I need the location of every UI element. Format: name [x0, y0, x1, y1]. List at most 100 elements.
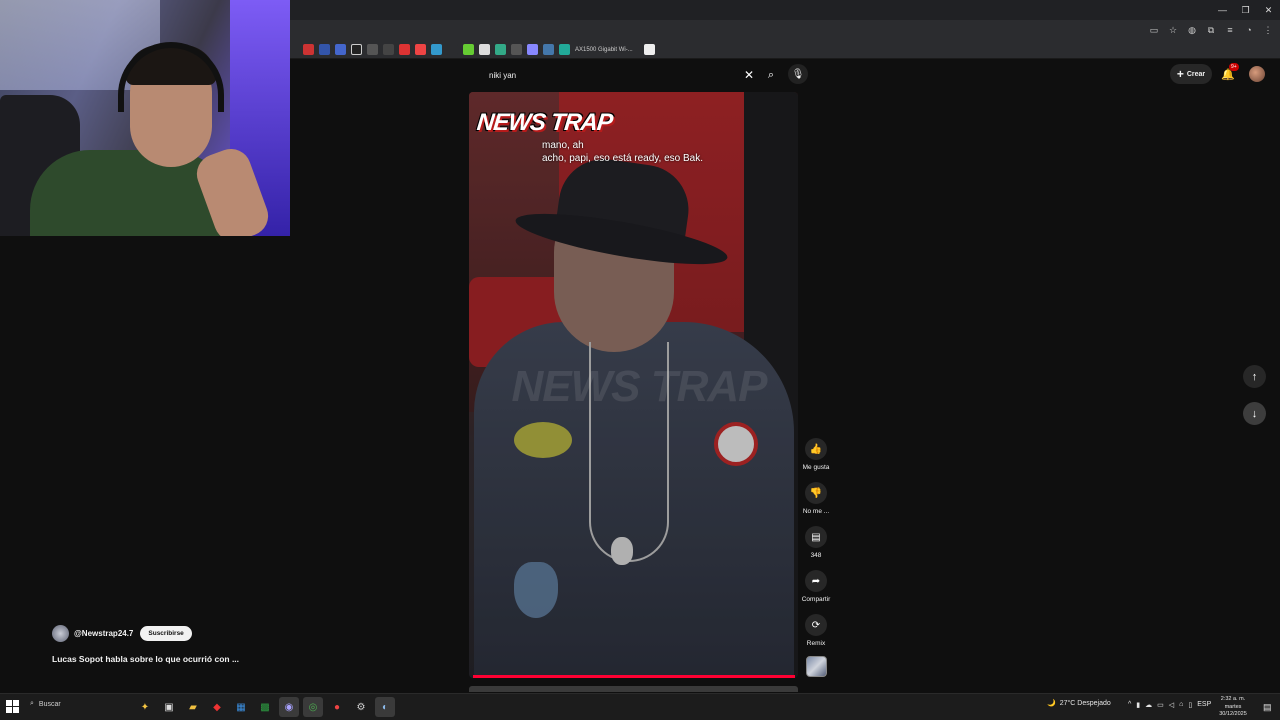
next-short-button[interactable]: ↓	[1243, 402, 1266, 425]
caption-line-2: acho, papi, eso está ready, eso Bak.	[542, 153, 704, 164]
puzzle-icon[interactable]: ⧉	[1205, 24, 1217, 36]
bookmark-icon[interactable]	[351, 44, 362, 55]
network-icon[interactable]: ⌂	[1179, 701, 1183, 709]
bookmark-icon[interactable]	[303, 44, 314, 55]
obs-icon[interactable]: ◉	[279, 697, 299, 717]
thumbs-down-icon: 👎	[805, 482, 827, 504]
close-icon[interactable]: ✕	[742, 68, 756, 82]
video-title[interactable]: Lucas Sopot habla sobre lo que ocurrió c…	[52, 654, 239, 664]
subscribe-button[interactable]: Suscribirse	[140, 626, 192, 641]
task-view-icon[interactable]: ▣	[159, 697, 179, 717]
comment-icon: ▤	[805, 526, 827, 548]
comments-button[interactable]: ▤ 348	[798, 526, 834, 559]
browser-toolbar: ▭ ☆ ◍ ⧉ ≡ ◔ ⋮	[290, 20, 1280, 41]
create-button[interactable]: + Crear	[1170, 64, 1212, 84]
taskbar-search[interactable]: ⌕ Buscar	[30, 700, 61, 708]
remix-label: Remix	[806, 640, 826, 647]
taskbar-clock[interactable]: 2:32 a. m. martes 30/12/2025	[1212, 696, 1254, 719]
video-caption: mano, ah acho, papi, eso está ready, eso…	[542, 139, 703, 165]
battery-icon[interactable]: ▯	[1188, 701, 1192, 709]
bookmark-icon[interactable]	[319, 44, 330, 55]
bookmark-icon[interactable]	[527, 44, 538, 55]
speaker-icon[interactable]: ◁	[1169, 701, 1174, 709]
minimize-button[interactable]: —	[1211, 0, 1234, 20]
share-label: Compartir	[801, 596, 831, 603]
bookmarks-bar: AX1500 Gigabit Wi-...	[290, 41, 1280, 59]
media-icon[interactable]: ≡	[1224, 24, 1236, 36]
excel-icon[interactable]: ▩	[255, 697, 275, 717]
bookmark-icon[interactable]	[543, 44, 554, 55]
bookmark-icon[interactable]	[383, 44, 394, 55]
short-video-player[interactable]: NEWS TRAP NEWS TRAP mano, ah acho, papi,…	[469, 92, 798, 678]
search-bar[interactable]: niki yan ✕ ⌕	[482, 64, 778, 86]
recorder-icon[interactable]: ●	[327, 697, 347, 717]
channel-info: @Newstrap24.7 Suscribirse	[52, 625, 192, 642]
mic-tray-icon[interactable]: ▮	[1136, 701, 1140, 709]
cloud-icon[interactable]: ☁	[1145, 701, 1152, 709]
bookmark-icon[interactable]	[511, 44, 522, 55]
thumbs-up-icon: 👍	[805, 438, 827, 460]
profile-menu-icon[interactable]: ◔	[1243, 24, 1255, 36]
copilot-icon[interactable]: ✦	[135, 697, 155, 717]
search-icon: ⌕	[30, 700, 34, 707]
bookmark-star-icon[interactable]: ☆	[1167, 24, 1179, 36]
avatar[interactable]	[1249, 66, 1265, 82]
previous-short-button[interactable]: ↑	[1243, 365, 1266, 388]
weather-text: 27°C Despejado	[1059, 699, 1111, 707]
brave-icon[interactable]: ◆	[207, 697, 227, 717]
bookmark-icon[interactable]	[643, 44, 655, 55]
bookmark-icon[interactable]	[367, 44, 378, 55]
settings-icon[interactable]: ⚙	[351, 697, 371, 717]
weather-widget[interactable]: 🌙 27°C Despejado	[1047, 699, 1111, 708]
cast-icon[interactable]: ▭	[1148, 24, 1160, 36]
clock-time: 2:32 a. m.	[1220, 696, 1246, 702]
notification-center-icon[interactable]: ▤	[1263, 702, 1272, 713]
bookmark-icon[interactable]	[415, 44, 426, 55]
chrome-icon[interactable]: ◎	[303, 697, 323, 717]
system-tray: ^ ▮ ☁ ▭ ◁ ⌂ ▯ ESP	[1128, 701, 1211, 709]
next-short-preview[interactable]	[469, 686, 798, 692]
bookmark-icon[interactable]	[479, 44, 490, 55]
channel-avatar[interactable]	[52, 625, 69, 642]
bookmark-icon[interactable]	[335, 44, 346, 55]
bookmark-icon[interactable]	[559, 44, 570, 55]
steam-icon[interactable]: ◐	[375, 697, 395, 717]
progress-bar[interactable]	[473, 675, 795, 678]
webcam-overlay	[0, 0, 290, 236]
share-button[interactable]: ➦ Compartir	[798, 570, 834, 603]
chevron-up-icon[interactable]: ^	[1128, 701, 1131, 709]
bookmark-icon[interactable]	[447, 44, 458, 55]
moon-icon: 🌙	[1047, 700, 1056, 707]
more-icon[interactable]: ⋮	[1262, 24, 1274, 36]
taskbar: ⌕ Buscar ✦ ▣ ▰ ◆ ▦ ▩ ◉ ◎ ● ⚙ ◐ 🌙 27°C De…	[0, 693, 1280, 720]
sound-thumbnail[interactable]	[806, 656, 827, 677]
restore-button[interactable]: ❐	[1234, 0, 1257, 20]
arrow-up-icon: ↑	[1251, 370, 1258, 383]
bookmark-icon[interactable]	[431, 44, 442, 55]
notifications-icon[interactable]: 🔔 9+	[1220, 63, 1239, 82]
file-explorer-icon[interactable]: ▰	[183, 697, 203, 717]
screen: { "window": { "minimize": "—", "restore"…	[0, 0, 1280, 720]
monitor-icon[interactable]: ▭	[1157, 701, 1164, 709]
search-input[interactable]: niki yan	[482, 71, 742, 80]
bookmark-router[interactable]: AX1500 Gigabit Wi-...	[575, 47, 633, 53]
like-button[interactable]: 👍 Me gusta	[798, 438, 834, 471]
close-window-button[interactable]: ✕	[1257, 0, 1280, 20]
bookmark-icon[interactable]	[495, 44, 506, 55]
bookmark-icon[interactable]	[463, 44, 474, 55]
windows-start-icon[interactable]	[6, 700, 19, 713]
dislike-button[interactable]: 👎 No me ...	[798, 482, 834, 515]
search-icon[interactable]: ⌕	[764, 68, 778, 82]
bookmark-icon[interactable]	[399, 44, 410, 55]
create-label: Crear	[1186, 70, 1206, 78]
store-icon[interactable]: ▦	[231, 697, 251, 717]
plus-icon: +	[1176, 67, 1184, 81]
taskbar-apps: ✦ ▣ ▰ ◆ ▦ ▩ ◉ ◎ ● ⚙ ◐	[135, 697, 395, 717]
notification-badge: 9+	[1229, 63, 1239, 71]
remix-button[interactable]: ⟳ Remix	[798, 614, 834, 647]
language-indicator[interactable]: ESP	[1197, 701, 1211, 709]
extension-icon[interactable]: ◍	[1186, 24, 1198, 36]
caption-line-1: mano, ah	[542, 140, 584, 151]
microphone-icon[interactable]: 🎙	[788, 64, 808, 84]
channel-handle[interactable]: @Newstrap24.7	[74, 629, 133, 638]
